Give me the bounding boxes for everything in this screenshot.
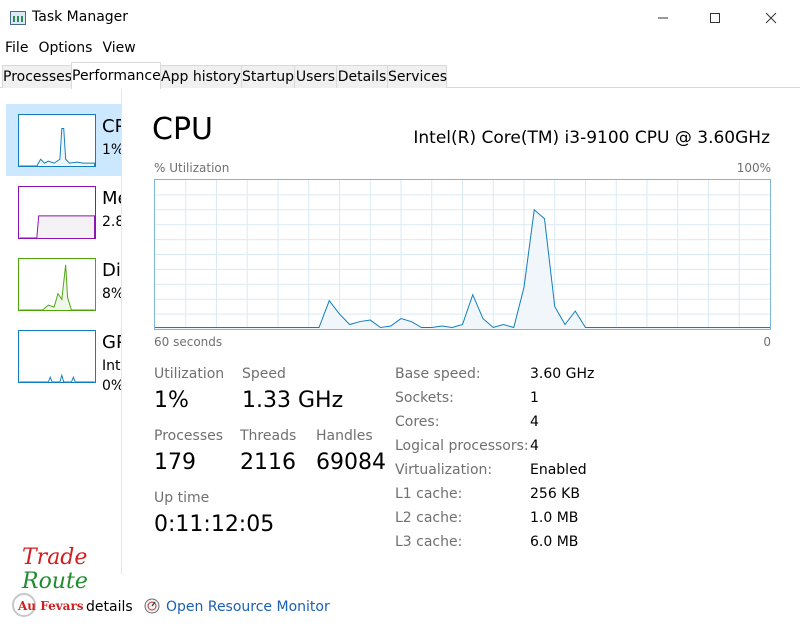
spec-label-sockets: Sockets: (395, 390, 454, 406)
resource-value2-gpu: 0% (102, 378, 122, 394)
uptime-value: 0:11:12:05 (154, 512, 275, 537)
menu-file[interactable]: File (0, 38, 33, 60)
tab-processes[interactable]: Processes (2, 65, 72, 88)
close-icon (765, 12, 777, 24)
maximize-button[interactable] (692, 0, 738, 36)
menu-options[interactable]: Options (33, 38, 97, 60)
threads-label: Threads (240, 428, 297, 444)
graph-x-min-label: 0 (763, 335, 771, 349)
minimize-button[interactable] (640, 0, 686, 36)
footer-bar: details Open Resource Monitor (0, 588, 800, 628)
processes-value: 179 (154, 450, 196, 475)
tab-services[interactable]: Services (387, 65, 447, 88)
graph-y-max-label: 100% (736, 161, 771, 175)
logo-line-1: Trade (22, 545, 88, 570)
tab-details[interactable]: Details (336, 65, 388, 88)
spec-value-l1-cache: 256 KB (530, 486, 580, 502)
resource-name-gpu: GPU (102, 332, 121, 353)
spec-value-l3-cache: 6.0 MB (530, 534, 579, 550)
speed-value: 1.33 GHz (242, 388, 344, 413)
graph-x-label: 60 seconds (154, 335, 223, 349)
spec-label-l1-cache: L1 cache: (395, 486, 463, 502)
logo-line-3: Au Fevars (18, 599, 84, 613)
menu-bar: File Options View (0, 38, 800, 60)
task-manager-icon (10, 11, 26, 25)
minimize-icon (658, 17, 668, 19)
performance-panel: CPU Intel(R) Core(TM) i3-9100 CPU @ 3.60… (122, 88, 800, 574)
spec-label-l3-cache: L3 cache: (395, 534, 463, 550)
resource-list: CPU 1% Memory 2.8 Disk 8% GPU Int 0% (0, 88, 122, 574)
spec-label-cores: Cores: (395, 414, 440, 430)
spec-label-l2-cache: L2 cache: (395, 510, 463, 526)
threads-value: 2116 (240, 450, 296, 475)
spec-value-sockets: 1 (530, 390, 539, 406)
spec-value-virtualization: Enabled (530, 462, 587, 478)
fewer-details-link[interactable]: details (86, 599, 133, 615)
processes-label: Processes (154, 428, 224, 444)
tab-strip: Processes Performance App history Startu… (0, 62, 800, 89)
memory-thumbnail-graph (18, 186, 96, 239)
spec-label-logical-processors: Logical processors: (395, 438, 529, 454)
spec-label-virtualization: Virtualization: (395, 462, 493, 478)
resource-item-gpu[interactable]: GPU Int 0% (6, 320, 122, 394)
utilization-value: 1% (154, 388, 189, 413)
handles-value: 69084 (316, 450, 386, 475)
cpu-model-name: Intel(R) Core(TM) i3-9100 CPU @ 3.60GHz (413, 128, 770, 148)
resource-name-disk: Disk (102, 260, 121, 281)
maximize-icon (710, 13, 720, 23)
disk-thumbnail-graph (18, 258, 96, 311)
spec-value-l2-cache: 1.0 MB (530, 510, 579, 526)
window-title: Task Manager (32, 9, 129, 25)
resource-value-cpu: 1% (102, 142, 122, 158)
graph-y-label: % Utilization (154, 161, 230, 175)
cpu-thumbnail-graph (18, 114, 96, 167)
tab-app-history[interactable]: App history (160, 65, 242, 88)
cpu-utilization-graph (154, 179, 771, 330)
trade-route-watermark-logo: Trade Route Au Fevars (12, 545, 92, 623)
panel-title: CPU (152, 112, 213, 147)
tab-users[interactable]: Users (294, 65, 337, 88)
resource-item-memory[interactable]: Memory 2.8 (6, 176, 121, 248)
menu-view[interactable]: View (97, 38, 140, 60)
open-resource-monitor-link[interactable]: Open Resource Monitor (166, 599, 330, 615)
spec-label-base-speed: Base speed: (395, 366, 481, 382)
close-button[interactable] (748, 0, 794, 36)
resource-name-cpu: CPU (102, 116, 121, 137)
title-bar: Task Manager (0, 0, 800, 38)
utilization-label: Utilization (154, 366, 225, 382)
resource-item-disk[interactable]: Disk 8% (6, 248, 122, 320)
resource-monitor-icon[interactable] (144, 598, 160, 614)
speed-label: Speed (242, 366, 286, 382)
uptime-label: Up time (154, 490, 210, 506)
resource-value-memory: 2.8 (102, 214, 121, 230)
tab-performance[interactable]: Performance (71, 62, 161, 89)
resource-item-cpu[interactable]: CPU 1% (6, 104, 122, 176)
resource-value-gpu: Int (102, 358, 121, 374)
resource-name-memory: Memory (102, 188, 121, 209)
tab-startup[interactable]: Startup (241, 65, 295, 88)
gpu-thumbnail-graph (18, 330, 96, 383)
spec-value-base-speed: 3.60 GHz (530, 366, 595, 382)
handles-label: Handles (316, 428, 373, 444)
logo-line-2: Route (22, 569, 88, 594)
spec-value-logical-processors: 4 (530, 438, 539, 454)
resource-value-disk: 8% (102, 286, 122, 302)
spec-value-cores: 4 (530, 414, 539, 430)
